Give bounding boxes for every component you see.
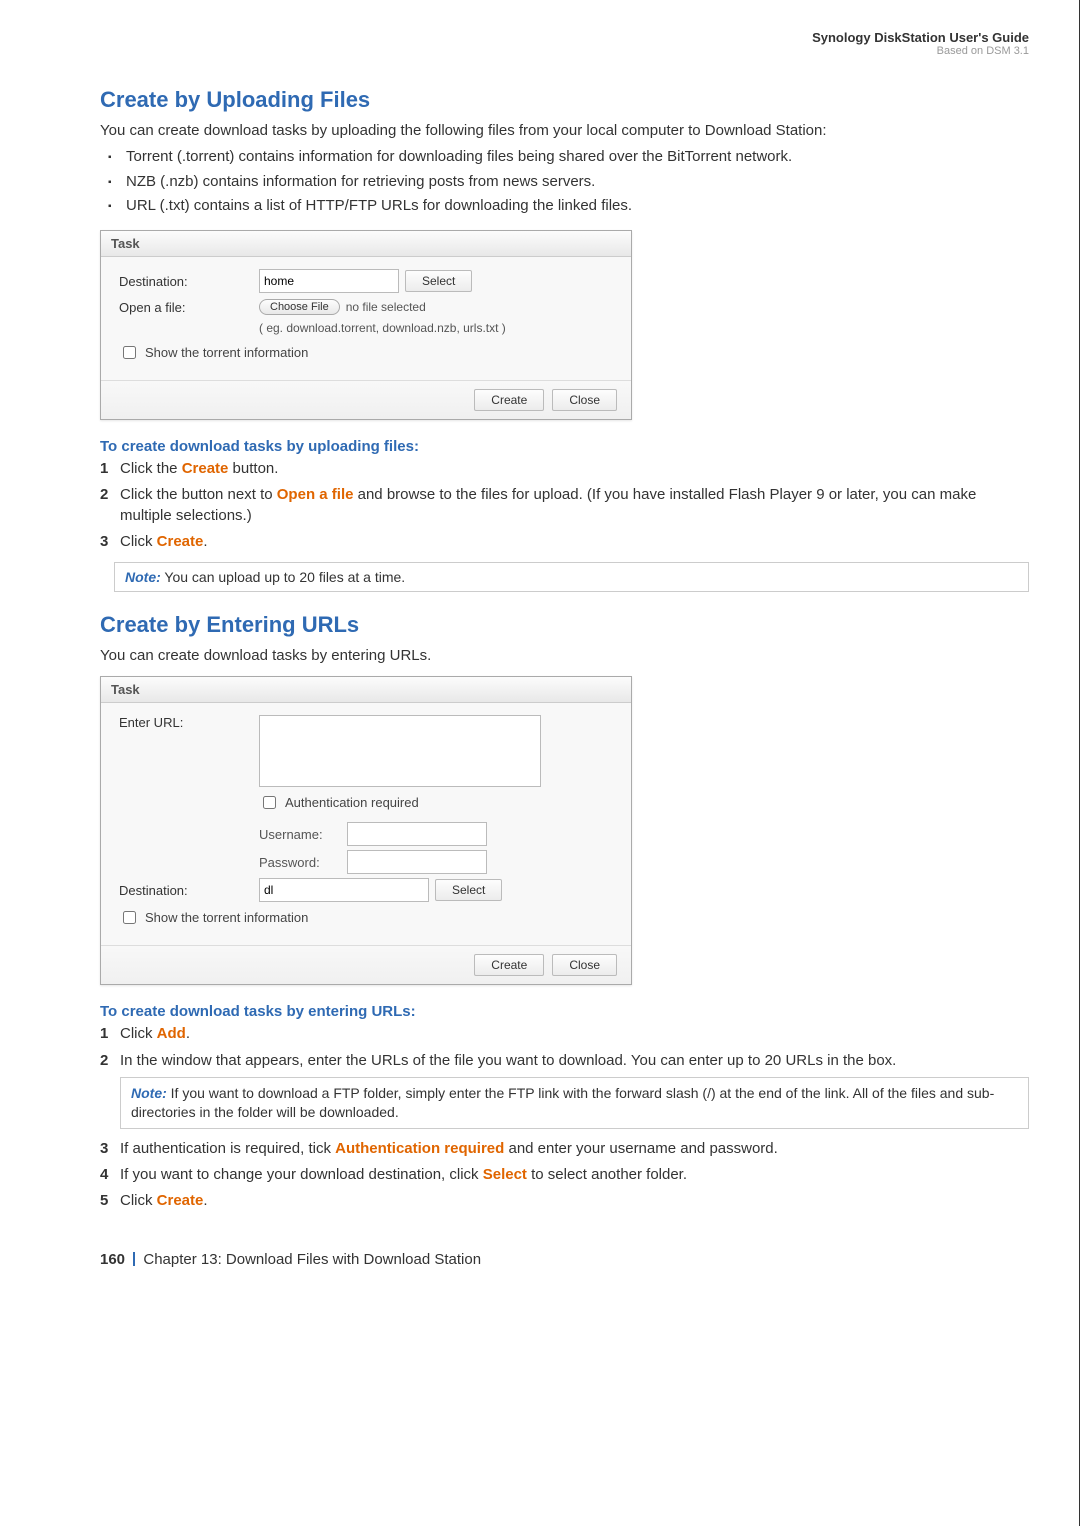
section1-title: Create by Uploading Files [100, 87, 1029, 113]
task-dialog-2: Task Enter URL: Authentication required … [100, 676, 632, 985]
select-ref: Select [483, 1166, 527, 1183]
bullet-item: Torrent (.torrent) contains information … [120, 147, 1029, 167]
select-button[interactable]: Select [435, 879, 502, 901]
password-input[interactable] [347, 850, 487, 874]
step-item: Click the button next to Open a file and… [100, 485, 1029, 526]
step-item: If authentication is required, tick Auth… [100, 1139, 1029, 1159]
auth-checkbox[interactable] [263, 796, 276, 809]
steps2-heading: To create download tasks by entering URL… [100, 1003, 1029, 1020]
doc-title: Synology DiskStation User's Guide [100, 30, 1029, 45]
show-torrent-checkbox[interactable] [123, 346, 136, 359]
section2-title: Create by Entering URLs [100, 612, 1029, 638]
show-torrent-label: Show the torrent information [145, 910, 308, 925]
password-label: Password: [259, 855, 339, 870]
note-text: You can upload up to 20 files at a time. [161, 569, 405, 585]
chapter-label: Chapter 13: Download Files with Download… [143, 1251, 481, 1268]
choose-file-button[interactable]: Choose File [259, 299, 340, 315]
task-dialog-1: Task Destination: Select Open a file: Ch… [100, 230, 632, 420]
section1-bullets: Torrent (.torrent) contains information … [100, 147, 1029, 216]
file-hint: ( eg. download.torrent, download.nzb, ur… [259, 321, 613, 335]
bullet-item: NZB (.nzb) contains information for retr… [120, 172, 1029, 192]
page-number: 160 [100, 1251, 125, 1268]
show-torrent-checkbox[interactable] [123, 911, 136, 924]
note-text: If you want to download a FTP folder, si… [131, 1085, 994, 1120]
auth-ref: Authentication required [335, 1140, 504, 1157]
doc-header: Synology DiskStation User's Guide Based … [100, 30, 1029, 57]
destination-input[interactable] [259, 878, 429, 902]
step-item: Click Create. [100, 1191, 1029, 1211]
note-box-2: Note: If you want to download a FTP fold… [120, 1077, 1029, 1129]
url-textarea[interactable] [259, 715, 541, 787]
dialog-title: Task [101, 677, 631, 703]
create-ref: Create [157, 1192, 204, 1209]
doc-subtitle: Based on DSM 3.1 [100, 45, 1029, 57]
file-status: no file selected [346, 300, 426, 314]
openfile-label: Open a file: [119, 300, 259, 315]
create-button[interactable]: Create [474, 954, 544, 976]
page-footer: 160 Chapter 13: Download Files with Down… [100, 1251, 1029, 1268]
section1-intro: You can create download tasks by uploadi… [100, 121, 1029, 141]
steps1-list: Click the Create button. Click the butto… [100, 459, 1029, 552]
openfile-ref: Open a file [277, 486, 354, 503]
destination-label: Destination: [119, 274, 259, 289]
auth-label: Authentication required [285, 795, 419, 810]
step-item: Click Add. [100, 1024, 1029, 1044]
enterurl-label: Enter URL: [119, 715, 259, 730]
create-ref: Create [157, 533, 204, 550]
steps2-list: Click Add. In the window that appears, e… [100, 1024, 1029, 1211]
steps1-headingData type: To create download tasks by uploading fi… [100, 438, 1029, 455]
username-input[interactable] [347, 822, 487, 846]
select-button[interactable]: Select [405, 270, 472, 292]
step-item: If you want to change your download dest… [100, 1165, 1029, 1185]
footer-separator [133, 1252, 135, 1266]
section2-intro: You can create download tasks by enterin… [100, 646, 1029, 666]
note-label: Note: [131, 1085, 167, 1101]
close-button[interactable]: Close [552, 389, 617, 411]
create-ref: Create [182, 460, 229, 477]
show-torrent-label: Show the torrent information [145, 345, 308, 360]
destination-input[interactable] [259, 269, 399, 293]
bullet-item: URL (.txt) contains a list of HTTP/FTP U… [120, 196, 1029, 216]
add-ref: Add [157, 1025, 186, 1042]
step-item: In the window that appears, enter the UR… [100, 1051, 1029, 1129]
create-button[interactable]: Create [474, 389, 544, 411]
note-label: Note: [125, 569, 161, 585]
dialog-title: Task [101, 231, 631, 257]
step-item: Click Create. [100, 532, 1029, 552]
close-button[interactable]: Close [552, 954, 617, 976]
note-box-1: Note: You can upload up to 20 files at a… [114, 562, 1029, 592]
destination-label: Destination: [119, 883, 259, 898]
username-label: Username: [259, 827, 339, 842]
step-item: Click the Create button. [100, 459, 1029, 479]
